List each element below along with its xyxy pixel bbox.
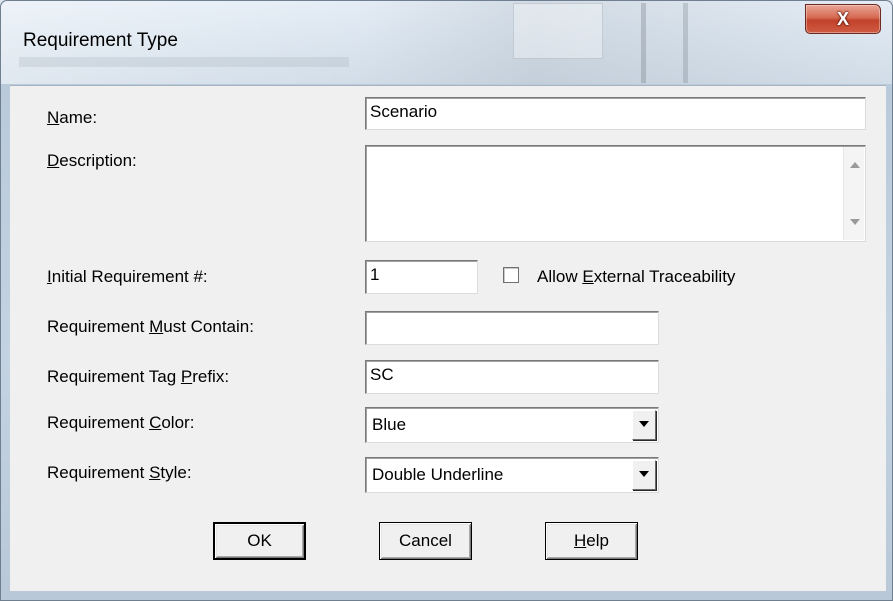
color-dropdown-button[interactable] [632, 410, 656, 440]
dialog-body: Name: Scenario Description: Initial Requ… [10, 85, 886, 591]
description-textarea[interactable] [365, 145, 866, 242]
scroll-up-icon[interactable] [850, 162, 860, 168]
allow-external-traceability-label[interactable]: Allow External Traceability [537, 267, 735, 287]
initial-requirement-label: Initial Requirement #: [47, 267, 208, 286]
background-window-ghost [19, 57, 349, 67]
background-window-ghost [513, 3, 603, 59]
chevron-down-icon [639, 471, 649, 477]
style-dropdown-button[interactable] [632, 460, 656, 490]
initial-requirement-input[interactable]: 1 [365, 260, 478, 294]
allow-external-traceability-checkbox[interactable] [503, 267, 519, 283]
name-input[interactable]: Scenario [365, 97, 866, 130]
must-contain-label: Requirement Must Contain: [47, 317, 254, 336]
name-label: Name: [47, 108, 98, 127]
color-select[interactable]: Blue [365, 407, 659, 443]
style-select[interactable]: Double Underline [365, 457, 659, 493]
close-icon: X [836, 9, 849, 29]
help-button[interactable]: Help [545, 522, 638, 560]
description-label: Description: [47, 151, 137, 170]
ok-button[interactable]: OK [213, 522, 306, 560]
description-scrollbar[interactable] [843, 147, 864, 240]
background-window-ghost [641, 3, 646, 83]
color-value: Blue [372, 415, 407, 434]
chevron-down-icon [639, 421, 649, 427]
close-button[interactable]: X [805, 4, 881, 34]
color-label: Requirement Color: [47, 413, 195, 432]
tag-prefix-input[interactable]: SC [365, 360, 659, 394]
scroll-down-icon[interactable] [850, 219, 860, 225]
help-button-label: H [574, 531, 587, 550]
tag-prefix-label: Requirement Tag Prefix: [47, 367, 230, 386]
dialog-title: Requirement Type [23, 30, 178, 51]
title-bar[interactable]: Requirement Type X [1, 1, 892, 84]
dialog-window: Requirement Type X Name: Scenario Descri… [0, 0, 893, 601]
background-window-ghost [683, 3, 688, 83]
must-contain-input[interactable] [365, 311, 659, 345]
style-value: Double Underline [372, 465, 504, 484]
style-label: Requirement Style: [47, 463, 192, 482]
cancel-button[interactable]: Cancel [379, 522, 472, 560]
